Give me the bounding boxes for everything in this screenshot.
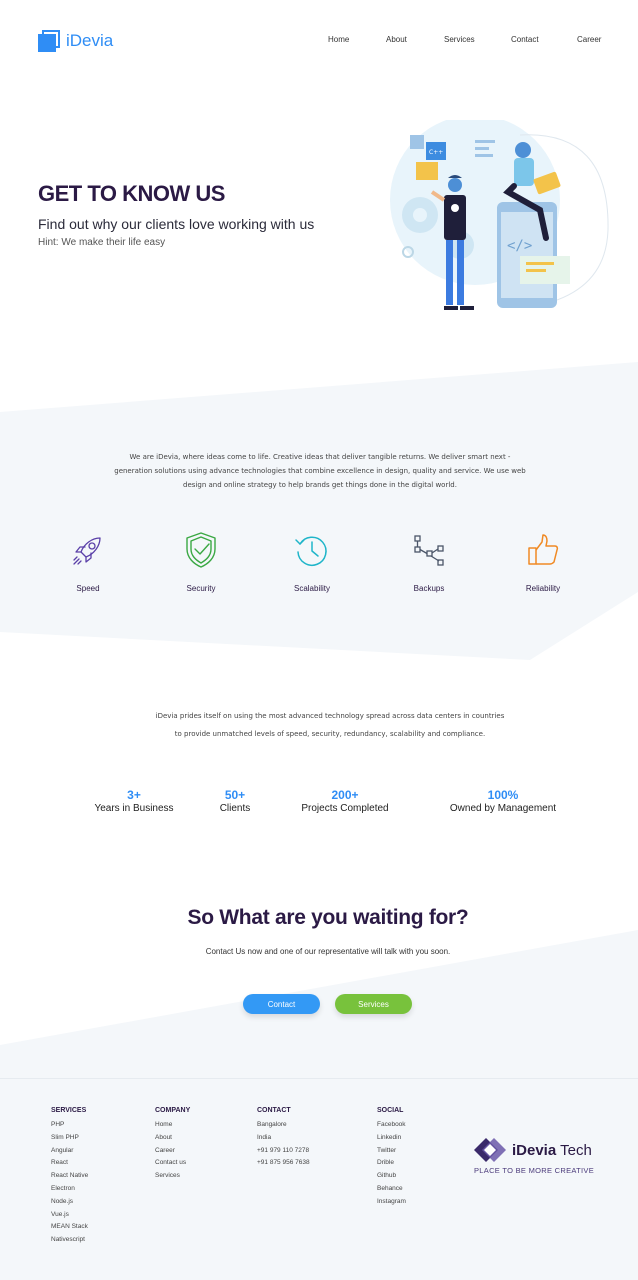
stat-label: Projects Completed [301,803,389,814]
feature-label: Backups [413,584,445,593]
feature-label: Scalability [293,584,330,593]
page: iDevia Home About Services Contact Caree… [0,0,638,1280]
footer-link[interactable]: Slim PHP [51,1132,88,1145]
hero-hint: Hint: We make their life easy [38,237,166,248]
cta-subtitle: Contact Us now and one of our representa… [205,947,451,956]
svg-text:C++: C++ [429,149,443,156]
footer-link[interactable]: MEAN Stack [51,1221,88,1234]
technology-line-1: iDevia prides itself on using the most a… [155,712,505,720]
footer-heading: SOCIAL [377,1107,404,1114]
hero-title: GET TO KNOW US [38,181,225,206]
nav-about[interactable]: About [386,35,407,44]
main-nav: Home About Services Contact Career [0,35,638,49]
footer-link[interactable]: Services [155,1170,190,1183]
feature-security: Security [161,530,241,593]
footer-link[interactable]: Linkedin [377,1132,406,1145]
stat-ownership: 100% Owned by Management [438,788,568,814]
footer-heading: COMPANY [155,1107,191,1114]
footer-link[interactable]: Facebook [377,1119,406,1132]
footer-contact-item[interactable]: +91 979 110 7278 [257,1145,310,1158]
footer-link[interactable]: React Native [51,1170,88,1183]
footer-link[interactable]: Career [155,1145,190,1158]
footer-company-column: COMPANY Home About Career Contact us Ser… [155,1107,190,1183]
footer-social-column: SOCIAL Facebook Linkedin Twitter Drible … [377,1107,406,1209]
feature-label: Speed [76,584,100,593]
footer-heading: SERVICES [51,1107,87,1114]
stat-value: 100% [487,788,519,802]
stat-value: 200+ [331,788,359,802]
stat-label: Years in Business [94,803,174,814]
footer-heading: CONTACT [257,1107,291,1114]
stat-value: 50+ [224,788,246,802]
thumbs-up-icon [503,530,583,570]
feature-speed: Speed [48,530,128,593]
shield-check-icon [161,530,241,570]
brand-diamond-icon [474,1138,506,1162]
services-button[interactable]: Services [335,994,412,1014]
feature-reliability: Reliability [503,530,583,593]
footer-contact-item[interactable]: +91 875 956 7638 [257,1157,310,1170]
technology-text: iDevia prides itself on using the most a… [140,707,520,743]
footer-link[interactable]: Electron [51,1183,88,1196]
footer-link[interactable]: Angular [51,1145,88,1158]
network-nodes-icon [389,530,469,570]
footer-link[interactable]: About [155,1132,190,1145]
footer-services-column: SERVICES PHP Slim PHP Angular React Reac… [51,1107,88,1247]
footer-link[interactable]: Node.js [51,1196,88,1209]
footer-brand: iDevia Tech PLACE TO BE MORE CREATIVE [474,1137,594,1175]
brand-tagline: PLACE TO BE MORE CREATIVE [474,1166,595,1175]
footer-link[interactable]: Nativescript [51,1234,88,1247]
feature-scalability: Scalability [272,530,352,593]
footer-contact-item: Bangalore [257,1121,287,1128]
footer-link[interactable]: Twitter [377,1145,406,1158]
feature-label: Reliability [525,584,561,593]
stat-label: Owned by Management [449,803,557,814]
stat-clients: 50+ Clients [210,788,260,814]
stat-label: Clients [219,803,251,814]
intro-text: We are iDevia, where ideas come to life.… [114,453,526,489]
footer-link[interactable]: Drible [377,1157,406,1170]
technology-line-2: to provide unmatched levels of speed, se… [174,730,486,738]
feature-backups: Backups [389,530,469,593]
developers-illustration: </> C++ [390,120,609,310]
footer-link[interactable]: Contact us [155,1157,190,1170]
nav-home[interactable]: Home [328,35,349,44]
footer-contact-column: CONTACT Bangalore India +91 979 110 7278… [257,1107,310,1170]
footer-link[interactable]: Behance [377,1183,406,1196]
history-clock-icon [272,530,352,570]
rocket-icon [48,530,128,570]
footer-contact-item: India [257,1133,272,1141]
stat-years: 3+ Years in Business [88,788,180,814]
footer-link[interactable]: PHP [51,1119,88,1132]
footer [0,1078,638,1280]
footer-link[interactable]: Github [377,1170,406,1183]
footer-link[interactable]: React [51,1157,88,1170]
nav-services[interactable]: Services [444,35,475,44]
contact-button[interactable]: Contact [243,994,320,1014]
svg-text:</>: </> [507,238,532,254]
stat-value: 3+ [127,788,141,802]
stat-projects: 200+ Projects Completed [290,788,400,814]
footer-link[interactable]: Home [155,1119,190,1132]
cta-title: So What are you waiting for? [187,906,469,929]
hero-subtitle: Find out why our clients love working wi… [38,216,315,232]
footer-link[interactable]: Vue.js [51,1209,88,1222]
feature-label: Security [186,584,216,593]
brand-name: iDevia Tech [512,1141,592,1159]
footer-link[interactable]: Instagram [377,1196,406,1209]
nav-contact[interactable]: Contact [511,35,539,44]
nav-career[interactable]: Career [577,35,601,44]
